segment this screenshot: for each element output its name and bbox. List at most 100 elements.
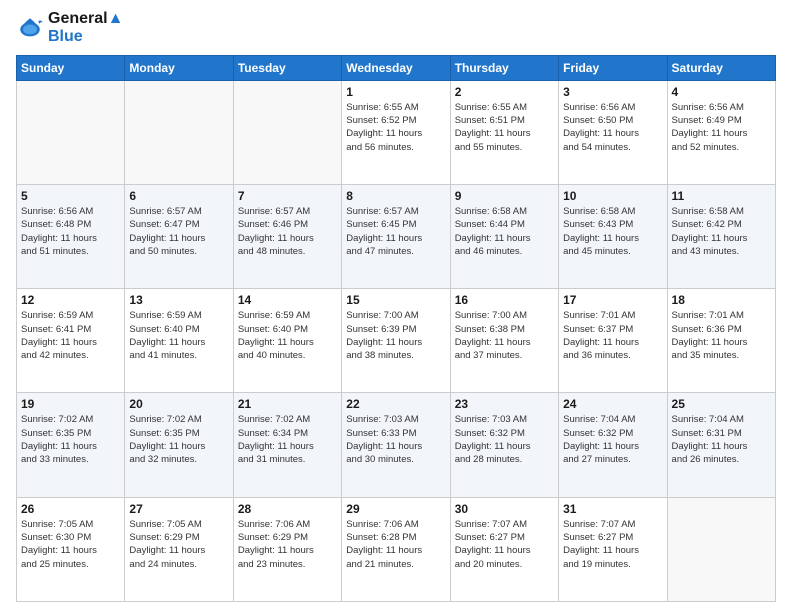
day-info: Sunrise: 7:03 AM Sunset: 6:33 PM Dayligh… bbox=[346, 413, 445, 466]
day-number: 25 bbox=[672, 397, 771, 411]
day-number: 6 bbox=[129, 189, 228, 203]
calendar-day-cell: 4 Sunrise: 6:56 AM Sunset: 6:49 PM Daylig… bbox=[667, 80, 775, 184]
day-number: 10 bbox=[563, 189, 662, 203]
day-number: 19 bbox=[21, 397, 120, 411]
day-info: Sunrise: 7:04 AM Sunset: 6:32 PM Dayligh… bbox=[563, 413, 662, 466]
calendar-day-cell: 20 Sunrise: 7:02 AM Sunset: 6:35 PM Dayli… bbox=[125, 393, 233, 497]
day-info: Sunrise: 7:02 AM Sunset: 6:35 PM Dayligh… bbox=[129, 413, 228, 466]
day-number: 21 bbox=[238, 397, 337, 411]
calendar-day-cell: 5 Sunrise: 6:56 AM Sunset: 6:48 PM Daylig… bbox=[17, 185, 125, 289]
calendar-day-cell: 27 Sunrise: 7:05 AM Sunset: 6:29 PM Dayli… bbox=[125, 497, 233, 601]
calendar-day-cell: 26Sunrise: 7:05 AM Sunset: 6:30 PM Dayli… bbox=[17, 497, 125, 601]
calendar-day-cell: 24Sunrise: 7:04 AM Sunset: 6:32 PM Dayli… bbox=[559, 393, 667, 497]
day-info: Sunrise: 6:56 AM Sunset: 6:48 PM Dayligh… bbox=[21, 205, 120, 258]
day-info: Sunrise: 7:06 AM Sunset: 6:28 PM Dayligh… bbox=[346, 518, 445, 571]
calendar-day-cell: 3 Sunrise: 6:56 AM Sunset: 6:50 PM Daylig… bbox=[559, 80, 667, 184]
calendar-week-row: 5 Sunrise: 6:56 AM Sunset: 6:48 PM Daylig… bbox=[17, 185, 776, 289]
day-number: 27 bbox=[129, 502, 228, 516]
day-number: 12 bbox=[21, 293, 120, 307]
calendar-day-cell: 11Sunrise: 6:58 AM Sunset: 6:42 PM Dayli… bbox=[667, 185, 775, 289]
calendar-empty-cell bbox=[17, 80, 125, 184]
day-number: 20 bbox=[129, 397, 228, 411]
calendar-empty-cell bbox=[667, 497, 775, 601]
day-number: 29 bbox=[346, 502, 445, 516]
weekday-header-saturday: Saturday bbox=[667, 55, 775, 80]
calendar-day-cell: 15 Sunrise: 7:00 AM Sunset: 6:39 PM Dayli… bbox=[342, 289, 450, 393]
calendar-empty-cell bbox=[233, 80, 341, 184]
weekday-header-monday: Monday bbox=[125, 55, 233, 80]
day-number: 30 bbox=[455, 502, 554, 516]
day-info: Sunrise: 6:56 AM Sunset: 6:50 PM Dayligh… bbox=[563, 101, 662, 154]
calendar-day-cell: 19 Sunrise: 7:02 AM Sunset: 6:35 PM Dayli… bbox=[17, 393, 125, 497]
calendar-day-cell: 10Sunrise: 6:58 AM Sunset: 6:43 PM Dayli… bbox=[559, 185, 667, 289]
calendar-day-cell: 7 Sunrise: 6:57 AM Sunset: 6:46 PM Daylig… bbox=[233, 185, 341, 289]
logo-text: General▲ Blue bbox=[48, 10, 123, 47]
day-info: Sunrise: 6:55 AM Sunset: 6:51 PM Dayligh… bbox=[455, 101, 554, 154]
calendar-day-cell: 29 Sunrise: 7:06 AM Sunset: 6:28 PM Dayli… bbox=[342, 497, 450, 601]
calendar-header-row: SundayMondayTuesdayWednesdayThursdayFrid… bbox=[17, 55, 776, 80]
calendar-day-cell: 25 Sunrise: 7:04 AM Sunset: 6:31 PM Dayli… bbox=[667, 393, 775, 497]
day-number: 18 bbox=[672, 293, 771, 307]
calendar-week-row: 12 Sunrise: 6:59 AM Sunset: 6:41 PM Dayli… bbox=[17, 289, 776, 393]
day-number: 7 bbox=[238, 189, 337, 203]
day-number: 22 bbox=[346, 397, 445, 411]
day-number: 5 bbox=[21, 189, 120, 203]
day-info: Sunrise: 7:01 AM Sunset: 6:37 PM Dayligh… bbox=[563, 309, 662, 362]
day-number: 26 bbox=[21, 502, 120, 516]
weekday-header-sunday: Sunday bbox=[17, 55, 125, 80]
day-number: 2 bbox=[455, 85, 554, 99]
day-info: Sunrise: 7:02 AM Sunset: 6:35 PM Dayligh… bbox=[21, 413, 120, 466]
calendar-week-row: 1Sunrise: 6:55 AM Sunset: 6:52 PM Daylig… bbox=[17, 80, 776, 184]
day-number: 17 bbox=[563, 293, 662, 307]
page: General▲ Blue SundayMondayTuesdayWednesd… bbox=[0, 0, 792, 612]
day-number: 13 bbox=[129, 293, 228, 307]
calendar-day-cell: 8 Sunrise: 6:57 AM Sunset: 6:45 PM Daylig… bbox=[342, 185, 450, 289]
calendar-day-cell: 14 Sunrise: 6:59 AM Sunset: 6:40 PM Dayli… bbox=[233, 289, 341, 393]
day-info: Sunrise: 7:04 AM Sunset: 6:31 PM Dayligh… bbox=[672, 413, 771, 466]
logo: General▲ Blue bbox=[16, 10, 123, 47]
weekday-header-wednesday: Wednesday bbox=[342, 55, 450, 80]
calendar-day-cell: 2 Sunrise: 6:55 AM Sunset: 6:51 PM Daylig… bbox=[450, 80, 558, 184]
day-info: Sunrise: 7:05 AM Sunset: 6:29 PM Dayligh… bbox=[129, 518, 228, 571]
calendar-day-cell: 31 Sunrise: 7:07 AM Sunset: 6:27 PM Dayli… bbox=[559, 497, 667, 601]
day-info: Sunrise: 7:00 AM Sunset: 6:38 PM Dayligh… bbox=[455, 309, 554, 362]
calendar-day-cell: 28 Sunrise: 7:06 AM Sunset: 6:29 PM Dayli… bbox=[233, 497, 341, 601]
day-number: 23 bbox=[455, 397, 554, 411]
calendar-week-row: 26Sunrise: 7:05 AM Sunset: 6:30 PM Dayli… bbox=[17, 497, 776, 601]
weekday-header-tuesday: Tuesday bbox=[233, 55, 341, 80]
day-info: Sunrise: 7:00 AM Sunset: 6:39 PM Dayligh… bbox=[346, 309, 445, 362]
calendar-day-cell: 13 Sunrise: 6:59 AM Sunset: 6:40 PM Dayli… bbox=[125, 289, 233, 393]
day-number: 28 bbox=[238, 502, 337, 516]
day-info: Sunrise: 7:07 AM Sunset: 6:27 PM Dayligh… bbox=[563, 518, 662, 571]
day-info: Sunrise: 6:57 AM Sunset: 6:45 PM Dayligh… bbox=[346, 205, 445, 258]
day-info: Sunrise: 7:02 AM Sunset: 6:34 PM Dayligh… bbox=[238, 413, 337, 466]
calendar-day-cell: 18 Sunrise: 7:01 AM Sunset: 6:36 PM Dayli… bbox=[667, 289, 775, 393]
day-info: Sunrise: 6:59 AM Sunset: 6:40 PM Dayligh… bbox=[129, 309, 228, 362]
day-info: Sunrise: 7:01 AM Sunset: 6:36 PM Dayligh… bbox=[672, 309, 771, 362]
day-number: 4 bbox=[672, 85, 771, 99]
calendar-table: SundayMondayTuesdayWednesdayThursdayFrid… bbox=[16, 55, 776, 602]
day-number: 31 bbox=[563, 502, 662, 516]
calendar-day-cell: 21 Sunrise: 7:02 AM Sunset: 6:34 PM Dayli… bbox=[233, 393, 341, 497]
day-number: 14 bbox=[238, 293, 337, 307]
calendar-day-cell: 6 Sunrise: 6:57 AM Sunset: 6:47 PM Daylig… bbox=[125, 185, 233, 289]
day-number: 3 bbox=[563, 85, 662, 99]
day-info: Sunrise: 6:59 AM Sunset: 6:40 PM Dayligh… bbox=[238, 309, 337, 362]
calendar-day-cell: 17 Sunrise: 7:01 AM Sunset: 6:37 PM Dayli… bbox=[559, 289, 667, 393]
day-info: Sunrise: 6:57 AM Sunset: 6:46 PM Dayligh… bbox=[238, 205, 337, 258]
header: General▲ Blue bbox=[16, 10, 776, 47]
calendar-day-cell: 22 Sunrise: 7:03 AM Sunset: 6:33 PM Dayli… bbox=[342, 393, 450, 497]
day-info: Sunrise: 6:56 AM Sunset: 6:49 PM Dayligh… bbox=[672, 101, 771, 154]
day-info: Sunrise: 6:57 AM Sunset: 6:47 PM Dayligh… bbox=[129, 205, 228, 258]
calendar-empty-cell bbox=[125, 80, 233, 184]
day-info: Sunrise: 6:59 AM Sunset: 6:41 PM Dayligh… bbox=[21, 309, 120, 362]
calendar-day-cell: 9Sunrise: 6:58 AM Sunset: 6:44 PM Daylig… bbox=[450, 185, 558, 289]
weekday-header-thursday: Thursday bbox=[450, 55, 558, 80]
day-info: Sunrise: 6:58 AM Sunset: 6:42 PM Dayligh… bbox=[672, 205, 771, 258]
day-number: 8 bbox=[346, 189, 445, 203]
calendar-day-cell: 16Sunrise: 7:00 AM Sunset: 6:38 PM Dayli… bbox=[450, 289, 558, 393]
day-info: Sunrise: 7:06 AM Sunset: 6:29 PM Dayligh… bbox=[238, 518, 337, 571]
day-number: 15 bbox=[346, 293, 445, 307]
calendar-week-row: 19 Sunrise: 7:02 AM Sunset: 6:35 PM Dayli… bbox=[17, 393, 776, 497]
day-info: Sunrise: 6:55 AM Sunset: 6:52 PM Dayligh… bbox=[346, 101, 445, 154]
